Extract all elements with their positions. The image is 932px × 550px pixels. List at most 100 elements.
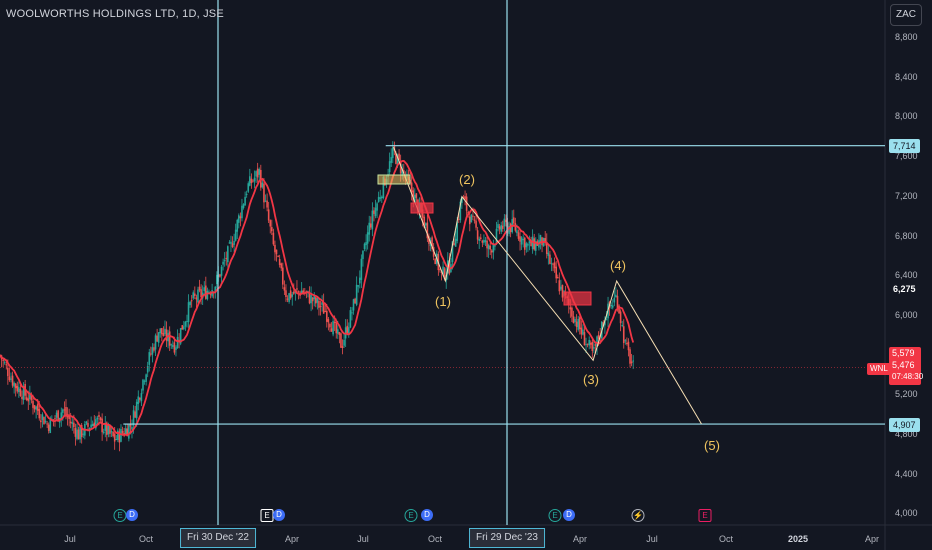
highlight-box-red	[563, 291, 592, 306]
time-tick: Apr	[284, 534, 300, 544]
candle-body	[487, 245, 490, 250]
candle-body	[38, 409, 41, 419]
candle-body	[611, 305, 614, 308]
candle-body	[501, 225, 504, 229]
earnings-event-icon[interactable]: E	[113, 509, 127, 522]
candle-body	[205, 285, 207, 299]
dividend-event-icon[interactable]: D	[126, 509, 138, 521]
level-label-bottom: 4,907	[889, 418, 920, 432]
time-tick: Apr	[864, 534, 880, 544]
candle-body	[161, 328, 163, 335]
candle-body	[520, 237, 523, 245]
candle-body	[220, 266, 223, 276]
candle-body	[184, 321, 187, 327]
candle-body	[355, 284, 358, 305]
candle-body	[137, 396, 140, 404]
time-tick: Oct	[718, 534, 734, 544]
candle-body	[198, 286, 201, 291]
candle-body	[374, 207, 377, 217]
highlight-box-red	[410, 202, 434, 214]
candle-body	[315, 297, 317, 304]
earnings-event-icon[interactable]: E	[260, 509, 274, 522]
candle-body	[371, 210, 374, 230]
price-tick: 6,400	[895, 270, 918, 280]
candle-body	[162, 333, 165, 336]
candle-body	[293, 291, 295, 294]
candle-body	[249, 176, 251, 186]
candle-body	[553, 262, 556, 269]
candle-body	[71, 422, 74, 424]
dividend-event-icon[interactable]: D	[563, 509, 575, 521]
candle-body	[552, 263, 554, 265]
candle-body	[484, 240, 487, 243]
candle-body	[236, 219, 239, 232]
candle-body	[376, 203, 378, 211]
candle-body	[175, 347, 177, 350]
candle-body	[373, 210, 375, 214]
time-tick: Oct	[427, 534, 443, 544]
candle-body	[280, 263, 283, 269]
wave-label-2: (2)	[459, 172, 475, 187]
candle-body	[285, 290, 287, 298]
candle-body	[7, 367, 9, 377]
candle-body	[357, 285, 360, 287]
candle-body	[228, 242, 231, 244]
earnings-upcoming-icon[interactable]: E	[698, 509, 712, 522]
candle-body	[349, 310, 352, 328]
candle-body	[269, 220, 272, 227]
candle-body	[479, 237, 482, 239]
candle-body	[547, 252, 550, 256]
candle-body	[102, 431, 105, 434]
candle-body	[561, 284, 564, 298]
candle-body	[146, 365, 149, 373]
candle-body	[288, 293, 290, 302]
candle-body	[203, 287, 206, 292]
chart-title: WOOLWORTHS HOLDINGS LTD, 1D, JSE	[6, 8, 224, 20]
candle-body	[63, 409, 66, 411]
level-label-6275: 6,275	[889, 282, 920, 296]
candle-body	[189, 301, 191, 306]
candle-body	[250, 178, 253, 184]
candle-body	[410, 182, 413, 193]
candle-body	[368, 222, 371, 235]
candle-body	[197, 289, 199, 303]
candle-body	[291, 294, 294, 297]
earnings-event-icon[interactable]: E	[548, 509, 562, 522]
candle-body	[588, 339, 590, 346]
price-tick: 6,000	[895, 310, 918, 320]
candle-body	[593, 346, 595, 349]
candle-body	[533, 238, 535, 250]
candle-body	[46, 423, 48, 425]
candle-body	[124, 428, 127, 435]
candle-body	[245, 193, 248, 195]
candle-body	[13, 382, 15, 387]
dividend-event-icon[interactable]: D	[421, 509, 433, 521]
split-event-icon[interactable]: ⚡	[631, 509, 645, 522]
candle-body	[87, 423, 89, 427]
candle-body	[241, 205, 243, 219]
price-tick: 4,000	[895, 508, 918, 518]
earnings-event-icon[interactable]: E	[404, 509, 418, 522]
candle-body	[275, 249, 278, 255]
candle-body	[101, 418, 103, 433]
currency-button[interactable]: ZAC	[890, 4, 922, 26]
candle-body	[352, 299, 355, 311]
price-chart-canvas[interactable]	[0, 0, 932, 550]
candle-body	[11, 375, 14, 386]
candle-body	[82, 433, 85, 435]
candle-body	[516, 230, 518, 234]
wave-label-5: (5)	[704, 438, 720, 453]
candle-body	[311, 297, 314, 302]
candle-body	[365, 242, 367, 246]
candle-body	[135, 401, 138, 419]
candle-body	[143, 380, 146, 382]
candle-body	[154, 335, 157, 350]
candle-body	[65, 407, 67, 416]
candle-body	[206, 291, 209, 300]
candle-body	[153, 347, 155, 351]
candle-body	[578, 317, 581, 330]
candle-body	[558, 280, 561, 292]
dividend-event-icon[interactable]: D	[273, 509, 285, 521]
candle-body	[575, 321, 578, 327]
candle-body	[555, 266, 557, 279]
